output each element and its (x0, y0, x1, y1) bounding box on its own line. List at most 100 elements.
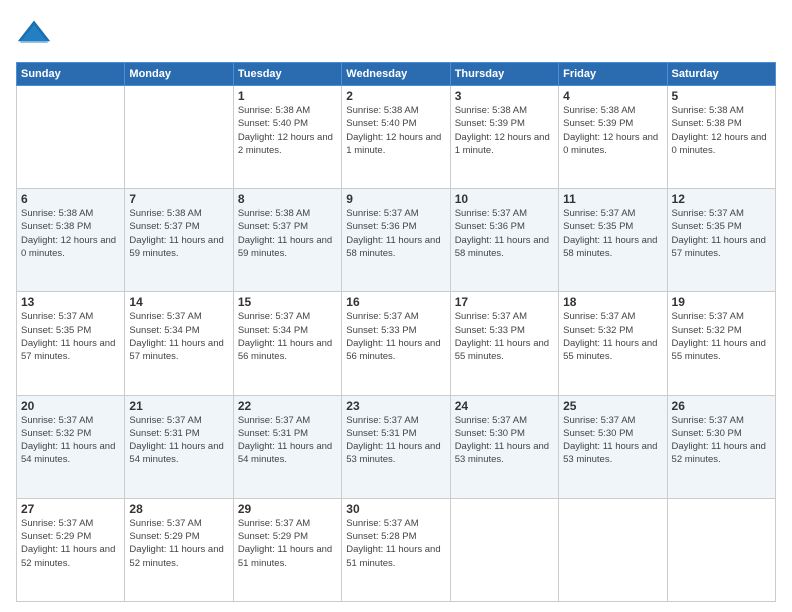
calendar-cell: 21Sunrise: 5:37 AM Sunset: 5:31 PM Dayli… (125, 395, 233, 498)
day-number: 14 (129, 295, 228, 309)
calendar-week-1: 1Sunrise: 5:38 AM Sunset: 5:40 PM Daylig… (17, 86, 776, 189)
header (16, 16, 776, 52)
day-info: Sunrise: 5:38 AM Sunset: 5:37 PM Dayligh… (129, 207, 228, 260)
day-number: 7 (129, 192, 228, 206)
calendar-cell: 17Sunrise: 5:37 AM Sunset: 5:33 PM Dayli… (450, 292, 558, 395)
day-info: Sunrise: 5:37 AM Sunset: 5:32 PM Dayligh… (21, 414, 120, 467)
day-number: 30 (346, 502, 445, 516)
calendar-cell: 11Sunrise: 5:37 AM Sunset: 5:35 PM Dayli… (559, 189, 667, 292)
calendar-cell: 4Sunrise: 5:38 AM Sunset: 5:39 PM Daylig… (559, 86, 667, 189)
day-info: Sunrise: 5:37 AM Sunset: 5:28 PM Dayligh… (346, 517, 445, 570)
calendar-cell: 6Sunrise: 5:38 AM Sunset: 5:38 PM Daylig… (17, 189, 125, 292)
day-info: Sunrise: 5:37 AM Sunset: 5:35 PM Dayligh… (672, 207, 771, 260)
day-header-monday: Monday (125, 63, 233, 86)
calendar-week-2: 6Sunrise: 5:38 AM Sunset: 5:38 PM Daylig… (17, 189, 776, 292)
day-info: Sunrise: 5:37 AM Sunset: 5:30 PM Dayligh… (672, 414, 771, 467)
day-info: Sunrise: 5:37 AM Sunset: 5:32 PM Dayligh… (563, 310, 662, 363)
day-number: 10 (455, 192, 554, 206)
day-info: Sunrise: 5:37 AM Sunset: 5:30 PM Dayligh… (455, 414, 554, 467)
calendar-week-4: 20Sunrise: 5:37 AM Sunset: 5:32 PM Dayli… (17, 395, 776, 498)
day-number: 29 (238, 502, 337, 516)
day-info: Sunrise: 5:37 AM Sunset: 5:32 PM Dayligh… (672, 310, 771, 363)
day-info: Sunrise: 5:37 AM Sunset: 5:31 PM Dayligh… (129, 414, 228, 467)
day-header-tuesday: Tuesday (233, 63, 341, 86)
day-info: Sunrise: 5:37 AM Sunset: 5:29 PM Dayligh… (238, 517, 337, 570)
day-number: 13 (21, 295, 120, 309)
day-info: Sunrise: 5:37 AM Sunset: 5:35 PM Dayligh… (563, 207, 662, 260)
day-info: Sunrise: 5:38 AM Sunset: 5:39 PM Dayligh… (563, 104, 662, 157)
day-info: Sunrise: 5:37 AM Sunset: 5:29 PM Dayligh… (21, 517, 120, 570)
calendar-cell: 16Sunrise: 5:37 AM Sunset: 5:33 PM Dayli… (342, 292, 450, 395)
day-number: 20 (21, 399, 120, 413)
calendar-cell (667, 498, 775, 601)
day-info: Sunrise: 5:37 AM Sunset: 5:34 PM Dayligh… (238, 310, 337, 363)
day-number: 6 (21, 192, 120, 206)
day-number: 21 (129, 399, 228, 413)
day-info: Sunrise: 5:37 AM Sunset: 5:36 PM Dayligh… (346, 207, 445, 260)
calendar-cell: 27Sunrise: 5:37 AM Sunset: 5:29 PM Dayli… (17, 498, 125, 601)
calendar-cell: 12Sunrise: 5:37 AM Sunset: 5:35 PM Dayli… (667, 189, 775, 292)
calendar-cell: 15Sunrise: 5:37 AM Sunset: 5:34 PM Dayli… (233, 292, 341, 395)
calendar-cell: 18Sunrise: 5:37 AM Sunset: 5:32 PM Dayli… (559, 292, 667, 395)
calendar-cell: 13Sunrise: 5:37 AM Sunset: 5:35 PM Dayli… (17, 292, 125, 395)
calendar-cell: 2Sunrise: 5:38 AM Sunset: 5:40 PM Daylig… (342, 86, 450, 189)
day-number: 24 (455, 399, 554, 413)
day-number: 22 (238, 399, 337, 413)
calendar-cell: 19Sunrise: 5:37 AM Sunset: 5:32 PM Dayli… (667, 292, 775, 395)
day-info: Sunrise: 5:38 AM Sunset: 5:38 PM Dayligh… (21, 207, 120, 260)
day-header-saturday: Saturday (667, 63, 775, 86)
calendar-cell: 20Sunrise: 5:37 AM Sunset: 5:32 PM Dayli… (17, 395, 125, 498)
day-number: 23 (346, 399, 445, 413)
calendar-table: SundayMondayTuesdayWednesdayThursdayFrid… (16, 62, 776, 602)
calendar-cell: 29Sunrise: 5:37 AM Sunset: 5:29 PM Dayli… (233, 498, 341, 601)
day-info: Sunrise: 5:38 AM Sunset: 5:40 PM Dayligh… (346, 104, 445, 157)
day-number: 9 (346, 192, 445, 206)
day-header-sunday: Sunday (17, 63, 125, 86)
day-number: 5 (672, 89, 771, 103)
calendar-cell: 8Sunrise: 5:38 AM Sunset: 5:37 PM Daylig… (233, 189, 341, 292)
day-number: 3 (455, 89, 554, 103)
day-info: Sunrise: 5:37 AM Sunset: 5:31 PM Dayligh… (238, 414, 337, 467)
day-number: 16 (346, 295, 445, 309)
day-number: 25 (563, 399, 662, 413)
calendar-cell: 1Sunrise: 5:38 AM Sunset: 5:40 PM Daylig… (233, 86, 341, 189)
day-number: 19 (672, 295, 771, 309)
calendar-cell (559, 498, 667, 601)
calendar-week-3: 13Sunrise: 5:37 AM Sunset: 5:35 PM Dayli… (17, 292, 776, 395)
day-number: 1 (238, 89, 337, 103)
calendar-header-row: SundayMondayTuesdayWednesdayThursdayFrid… (17, 63, 776, 86)
calendar-cell: 25Sunrise: 5:37 AM Sunset: 5:30 PM Dayli… (559, 395, 667, 498)
day-info: Sunrise: 5:37 AM Sunset: 5:29 PM Dayligh… (129, 517, 228, 570)
calendar-cell: 22Sunrise: 5:37 AM Sunset: 5:31 PM Dayli… (233, 395, 341, 498)
calendar-cell: 24Sunrise: 5:37 AM Sunset: 5:30 PM Dayli… (450, 395, 558, 498)
calendar-cell: 26Sunrise: 5:37 AM Sunset: 5:30 PM Dayli… (667, 395, 775, 498)
day-number: 15 (238, 295, 337, 309)
day-number: 8 (238, 192, 337, 206)
logo-icon (16, 16, 52, 52)
day-info: Sunrise: 5:38 AM Sunset: 5:40 PM Dayligh… (238, 104, 337, 157)
page: SundayMondayTuesdayWednesdayThursdayFrid… (0, 0, 792, 612)
day-info: Sunrise: 5:37 AM Sunset: 5:33 PM Dayligh… (455, 310, 554, 363)
day-number: 27 (21, 502, 120, 516)
calendar-cell (450, 498, 558, 601)
day-info: Sunrise: 5:37 AM Sunset: 5:33 PM Dayligh… (346, 310, 445, 363)
logo (16, 16, 56, 52)
calendar-cell: 7Sunrise: 5:38 AM Sunset: 5:37 PM Daylig… (125, 189, 233, 292)
day-info: Sunrise: 5:37 AM Sunset: 5:34 PM Dayligh… (129, 310, 228, 363)
day-info: Sunrise: 5:38 AM Sunset: 5:38 PM Dayligh… (672, 104, 771, 157)
calendar-cell: 5Sunrise: 5:38 AM Sunset: 5:38 PM Daylig… (667, 86, 775, 189)
day-header-friday: Friday (559, 63, 667, 86)
day-header-thursday: Thursday (450, 63, 558, 86)
calendar-cell (17, 86, 125, 189)
day-header-wednesday: Wednesday (342, 63, 450, 86)
day-number: 18 (563, 295, 662, 309)
calendar-week-5: 27Sunrise: 5:37 AM Sunset: 5:29 PM Dayli… (17, 498, 776, 601)
day-info: Sunrise: 5:37 AM Sunset: 5:35 PM Dayligh… (21, 310, 120, 363)
day-info: Sunrise: 5:38 AM Sunset: 5:39 PM Dayligh… (455, 104, 554, 157)
day-number: 11 (563, 192, 662, 206)
day-number: 28 (129, 502, 228, 516)
calendar-cell (125, 86, 233, 189)
day-number: 17 (455, 295, 554, 309)
calendar-cell: 9Sunrise: 5:37 AM Sunset: 5:36 PM Daylig… (342, 189, 450, 292)
day-number: 2 (346, 89, 445, 103)
